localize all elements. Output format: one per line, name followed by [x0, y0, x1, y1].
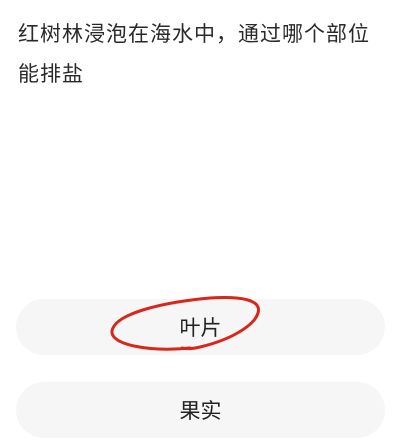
question-text: 红树林浸泡在海水中，通过哪个部位能排盐: [18, 22, 370, 86]
answer-option-fruit[interactable]: 果实: [16, 382, 385, 438]
answer-option-label: 叶片: [179, 316, 222, 340]
answer-option-label: 果实: [179, 399, 222, 423]
answer-option-leaf[interactable]: 叶片: [16, 299, 385, 355]
